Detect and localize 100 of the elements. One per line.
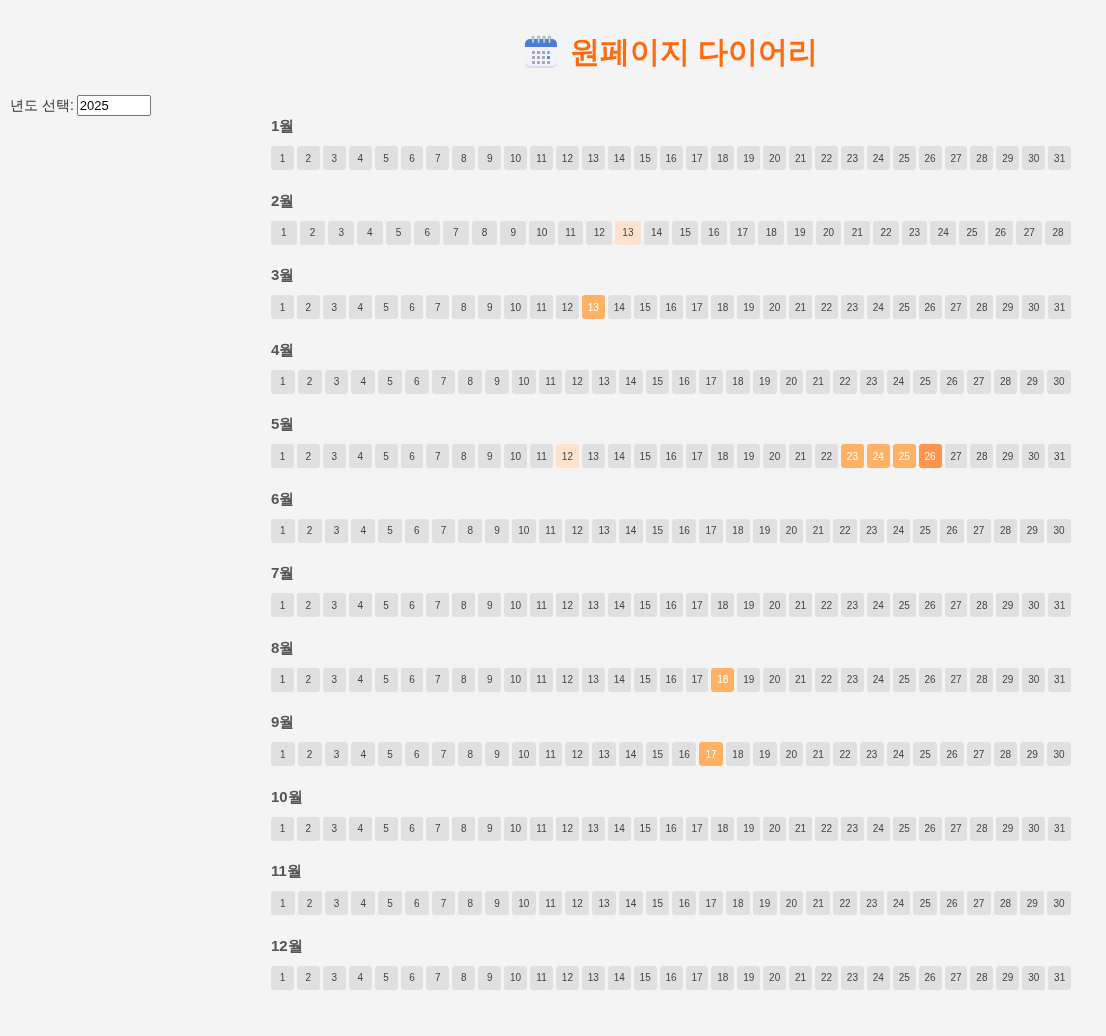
day-cell[interactable]: 7 <box>431 742 456 766</box>
day-cell[interactable]: 7 <box>443 220 469 245</box>
day-cell[interactable]: 14 <box>618 518 643 543</box>
day-cell[interactable]: 17 <box>685 667 709 692</box>
day-cell[interactable]: 14 <box>643 220 670 245</box>
day-cell[interactable]: 29 <box>996 295 1020 319</box>
day-cell[interactable]: 2 <box>297 369 322 394</box>
day-cell[interactable]: 24 <box>866 965 890 990</box>
day-cell[interactable]: 24 <box>866 667 890 692</box>
day-cell[interactable]: 6 <box>404 518 429 543</box>
day-cell[interactable]: 8 <box>458 891 483 915</box>
day-cell[interactable]: 16 <box>659 593 683 617</box>
day-cell[interactable]: 5 <box>374 295 398 319</box>
day-cell[interactable]: 9 <box>485 742 509 766</box>
day-cell[interactable]: 14 <box>618 742 643 766</box>
day-cell[interactable]: 26 <box>940 742 964 766</box>
day-cell[interactable]: 15 <box>645 518 670 543</box>
day-cell[interactable]: 20 <box>763 146 787 170</box>
day-cell[interactable]: 10 <box>511 369 536 394</box>
day-cell[interactable]: 2 <box>296 965 320 990</box>
day-cell[interactable]: 21 <box>806 518 831 543</box>
day-cell[interactable]: 12 <box>555 965 579 990</box>
day-cell[interactable]: 10 <box>511 742 536 766</box>
day-cell[interactable]: 24 <box>886 518 911 543</box>
day-cell[interactable]: 1 <box>271 369 295 394</box>
day-cell[interactable]: 26 <box>918 593 942 617</box>
day-cell[interactable]: 22 <box>833 518 857 543</box>
day-cell[interactable]: 2 <box>296 593 320 617</box>
day-cell[interactable]: 5 <box>378 518 402 543</box>
day-cell[interactable]: 30 <box>1022 444 1046 468</box>
day-cell[interactable]: 16 <box>659 667 683 692</box>
day-cell[interactable]: 7 <box>431 891 456 915</box>
day-cell[interactable]: 23 <box>840 593 864 617</box>
day-cell[interactable]: 1 <box>271 593 294 617</box>
day-cell[interactable]: 14 <box>607 667 631 692</box>
day-cell[interactable]: 31 <box>1048 444 1072 468</box>
day-cell[interactable]: 16 <box>659 146 683 170</box>
day-cell[interactable]: 11 <box>530 295 553 319</box>
day-cell[interactable]: 1 <box>271 146 294 170</box>
day-cell[interactable]: 19 <box>787 220 813 245</box>
day-cell[interactable]: 6 <box>400 444 424 468</box>
day-cell[interactable]: 8 <box>452 146 476 170</box>
day-cell[interactable]: 5 <box>378 742 402 766</box>
day-cell[interactable]: 26 <box>918 295 942 319</box>
day-cell[interactable]: 8 <box>458 742 483 766</box>
day-cell[interactable]: 10 <box>504 965 528 990</box>
day-cell[interactable]: 10 <box>504 593 528 617</box>
day-cell[interactable]: 16 <box>659 295 683 319</box>
day-cell[interactable]: 28 <box>970 965 994 990</box>
day-cell[interactable]: 15 <box>645 742 670 766</box>
day-cell[interactable]: 12 <box>565 742 590 766</box>
day-cell[interactable]: 4 <box>348 667 372 692</box>
day-cell[interactable]: 19 <box>737 593 761 617</box>
day-cell[interactable]: 16 <box>672 891 697 915</box>
day-cell[interactable]: 19 <box>752 891 777 915</box>
day-cell[interactable]: 13 <box>592 891 616 915</box>
day-cell[interactable]: 11 <box>530 593 553 617</box>
day-cell[interactable]: 12 <box>565 369 590 394</box>
day-cell[interactable]: 25 <box>913 369 938 394</box>
day-cell[interactable]: 29 <box>996 444 1020 468</box>
day-cell[interactable]: 3 <box>324 742 349 766</box>
day-cell[interactable]: 14 <box>607 816 631 841</box>
day-cell[interactable]: 6 <box>404 891 429 915</box>
day-cell[interactable]: 29 <box>996 146 1020 170</box>
day-cell[interactable]: 24 <box>886 742 911 766</box>
day-cell[interactable]: 1 <box>271 667 294 692</box>
day-cell[interactable]: 9 <box>478 667 502 692</box>
day-cell[interactable]: 24 <box>866 295 890 319</box>
day-cell[interactable]: 1 <box>271 295 294 319</box>
day-cell[interactable]: 21 <box>789 965 813 990</box>
day-cell[interactable]: 30 <box>1022 816 1046 841</box>
day-cell[interactable]: 7 <box>431 518 456 543</box>
day-cell[interactable]: 31 <box>1048 295 1072 319</box>
day-cell[interactable]: 17 <box>685 816 709 841</box>
day-cell[interactable]: 16 <box>672 369 697 394</box>
day-cell[interactable]: 3 <box>322 667 346 692</box>
day-cell[interactable]: 19 <box>752 369 777 394</box>
day-cell[interactable]: 19 <box>737 146 761 170</box>
day-cell[interactable]: 14 <box>607 593 631 617</box>
day-cell[interactable]: 12 <box>555 667 579 692</box>
day-cell[interactable]: 28 <box>993 742 1018 766</box>
day-cell[interactable]: 21 <box>789 816 813 841</box>
day-cell[interactable]: 12 <box>555 146 579 170</box>
day-cell[interactable]: 8 <box>458 518 483 543</box>
day-cell[interactable]: 5 <box>374 816 398 841</box>
day-cell[interactable]: 25 <box>913 891 938 915</box>
day-cell[interactable]: 9 <box>478 816 502 841</box>
day-cell[interactable]: 29 <box>996 667 1020 692</box>
day-cell[interactable]: 27 <box>966 369 991 394</box>
day-cell[interactable]: 30 <box>1047 369 1071 394</box>
day-cell[interactable]: 28 <box>970 593 994 617</box>
day-cell[interactable]: 26 <box>940 369 964 394</box>
day-cell[interactable]: 26 <box>918 816 942 841</box>
day-cell[interactable]: 23 <box>859 518 884 543</box>
day-cell[interactable]: 8 <box>452 444 476 468</box>
day-cell[interactable]: 27 <box>944 146 968 170</box>
day-cell[interactable]: 6 <box>400 146 424 170</box>
day-cell[interactable]: 11 <box>538 518 563 543</box>
day-cell[interactable]: 10 <box>529 220 555 245</box>
day-cell[interactable]: 16 <box>672 742 697 766</box>
